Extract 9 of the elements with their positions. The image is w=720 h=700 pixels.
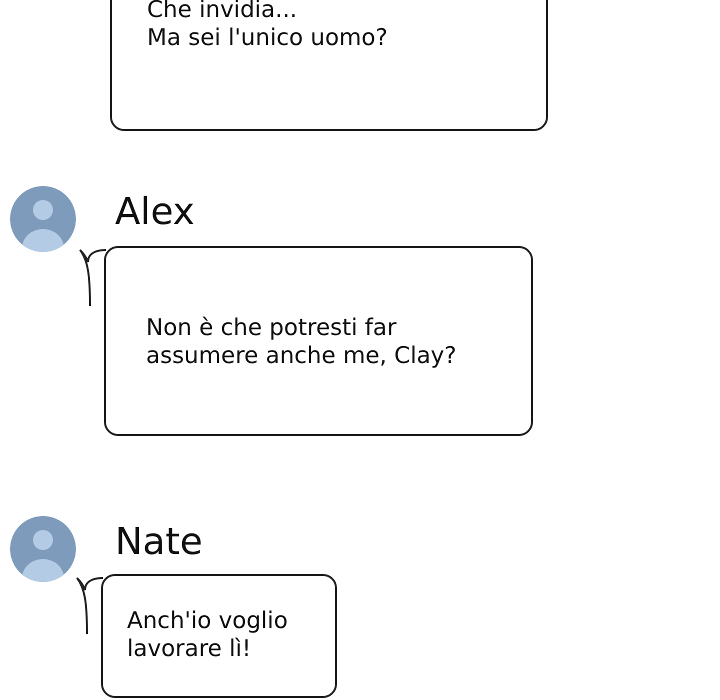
message-text: Anch'io voglio xyxy=(127,607,289,635)
avatar-icon xyxy=(10,186,76,252)
message-text: assumere anche me, Clay? xyxy=(146,342,458,370)
message-text: Ma sei l'unico uomo? xyxy=(147,24,389,52)
avatar-icon xyxy=(10,516,76,582)
sender-name: Nate xyxy=(115,520,203,564)
sender-name: Alex xyxy=(115,190,195,234)
message-text: Non è che potresti far xyxy=(146,314,398,342)
message-text: lavorare lì! xyxy=(127,635,252,663)
